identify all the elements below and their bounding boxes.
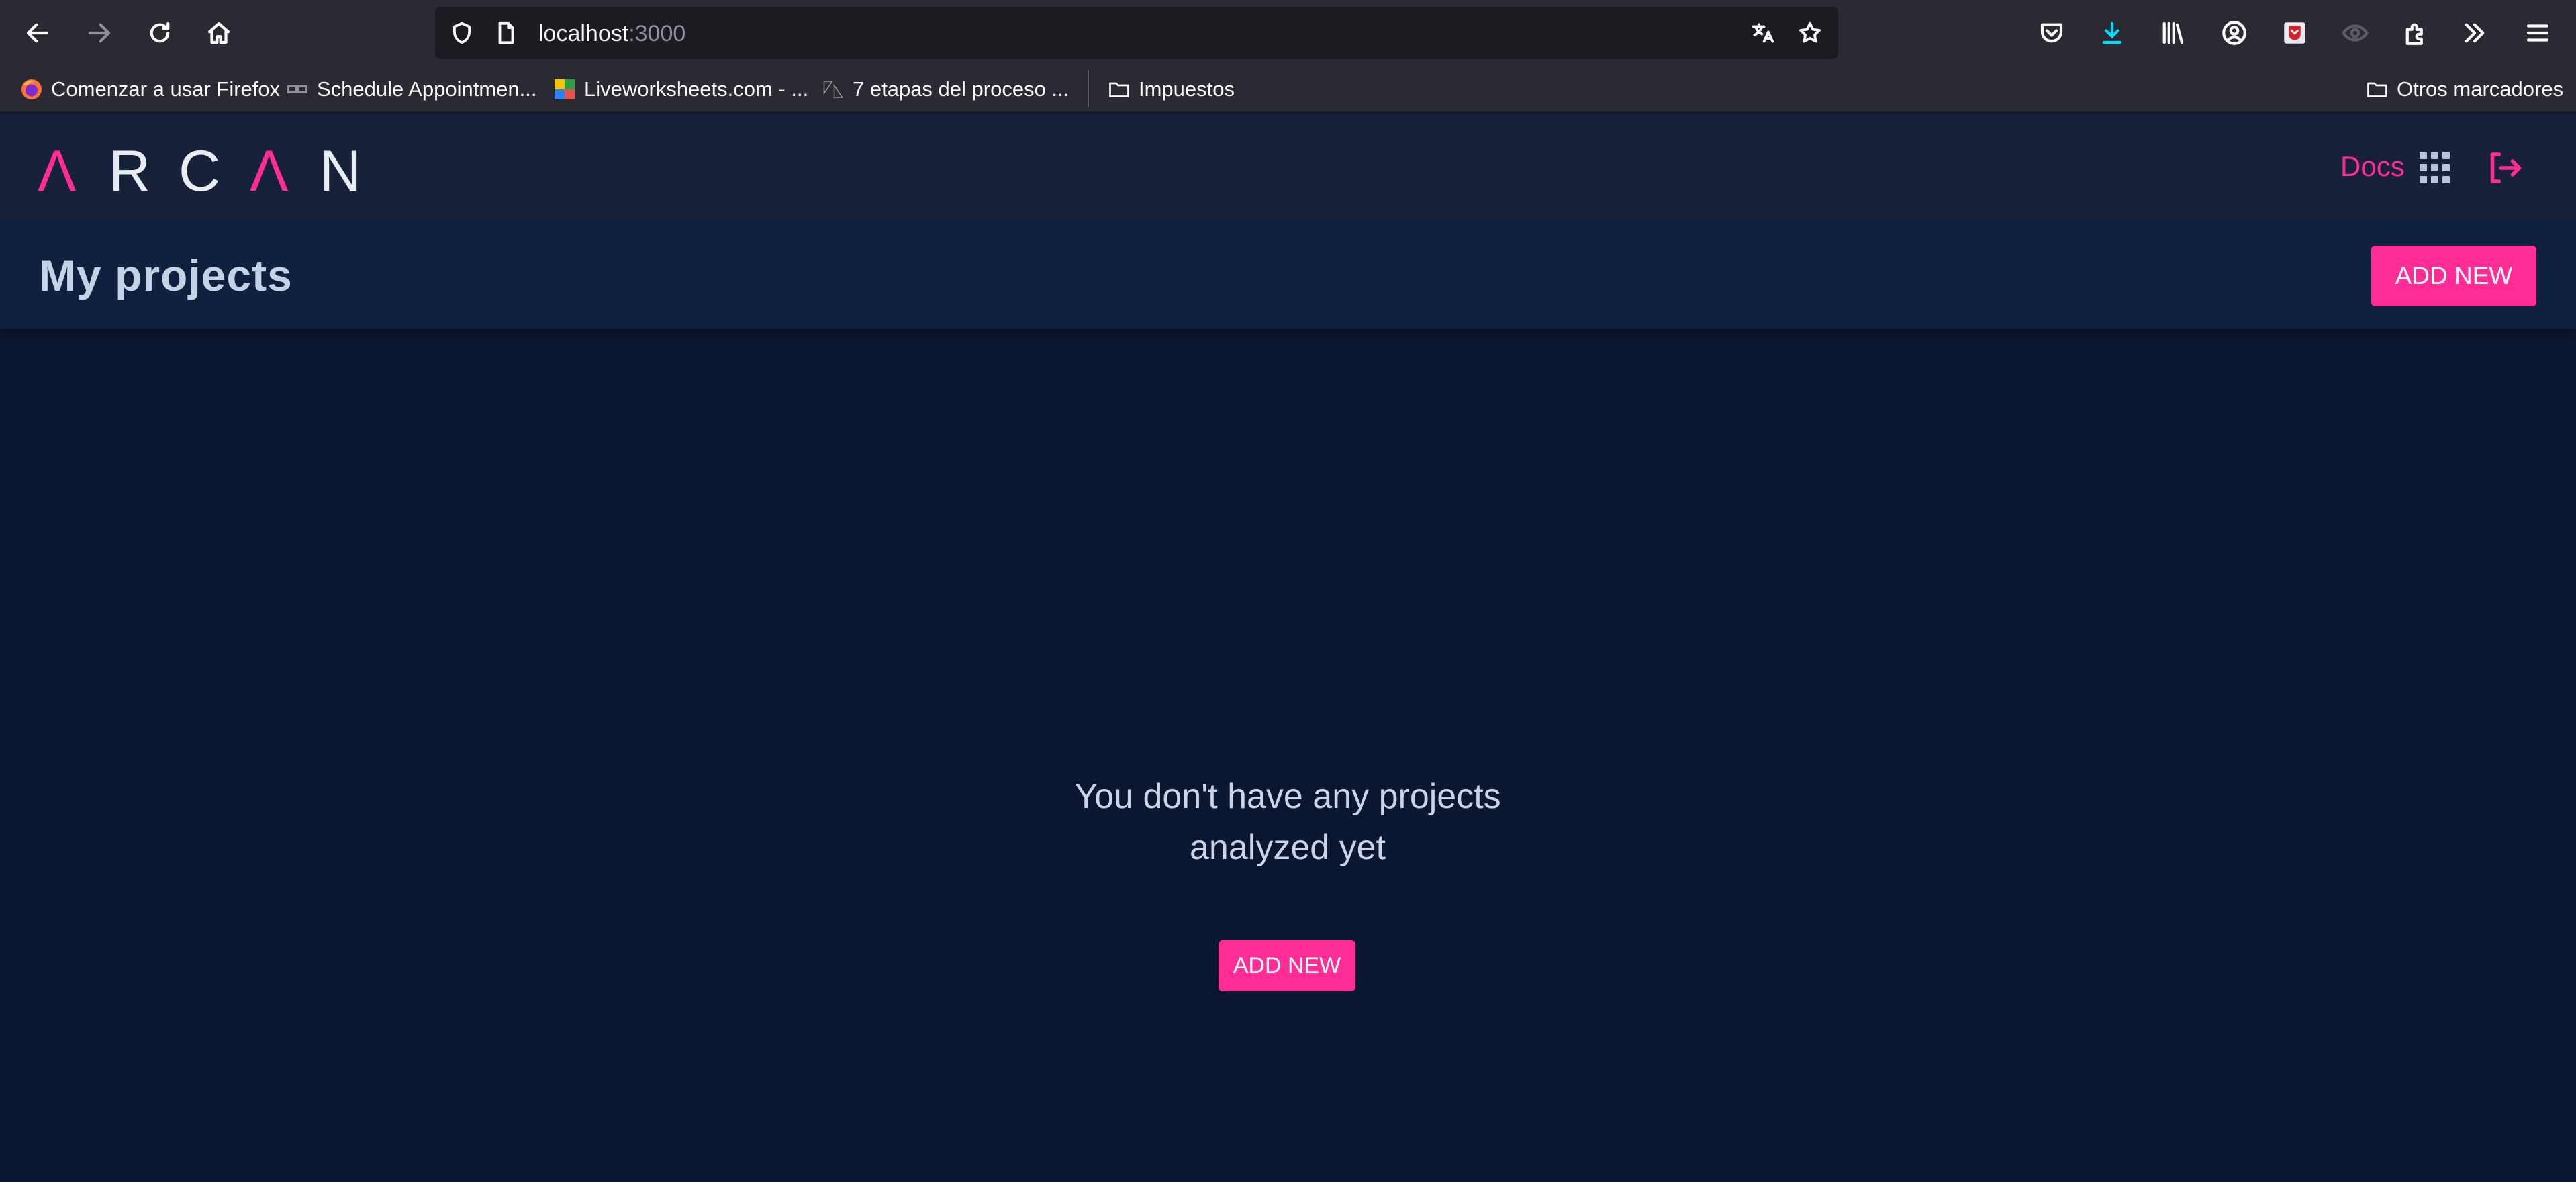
translate-icon[interactable] — [1748, 18, 1778, 48]
bookmark-label: Comenzar a usar Firefox — [51, 77, 281, 101]
bookmark-label: 7 etapas del proceso ... — [853, 77, 1069, 101]
page-title: My projects — [39, 251, 293, 300]
url-port: :3000 — [628, 21, 686, 46]
add-new-button[interactable]: ADD NEW — [2371, 246, 2536, 306]
reload-icon — [150, 21, 170, 43]
extension-red-icon — [2284, 22, 2305, 44]
empty-state-message: You don't have any projects analyzed yet — [952, 771, 1623, 873]
overflow-button[interactable] — [2453, 11, 2496, 54]
bookmark-item[interactable]: 7 etapas del proceso ... — [820, 75, 1069, 103]
page-icon — [491, 18, 521, 48]
docs-link[interactable]: Docs — [2340, 146, 2405, 187]
empty-state-line-1: You don't have any projects — [1074, 777, 1501, 816]
bookmark-folder[interactable]: Impuestos — [1106, 75, 1235, 103]
home-button[interactable] — [197, 11, 240, 54]
logo-letter-c: C — [179, 141, 220, 201]
other-bookmarks-folder[interactable]: Otros marcadores — [2365, 75, 2563, 103]
back-arrow-icon — [26, 23, 49, 43]
eye-icon — [2342, 24, 2369, 42]
library-icon — [2162, 21, 2184, 44]
library-button[interactable] — [2151, 11, 2194, 54]
link-icon — [285, 77, 310, 102]
bookmark-label: Impuestos — [1139, 77, 1235, 101]
hamburger-menu-icon — [2526, 24, 2549, 42]
bookmark-item[interactable]: Liveworksheets.com - ... — [552, 75, 808, 103]
reload-button[interactable] — [138, 11, 181, 54]
apps-grid-icon[interactable] — [2420, 152, 2452, 184]
folder-icon — [2365, 77, 2390, 102]
pocket-icon — [2040, 23, 2063, 43]
home-icon — [207, 21, 230, 44]
url-text[interactable]: localhost:3000 — [538, 20, 685, 47]
shield-icon[interactable] — [447, 18, 477, 48]
pocket-button[interactable] — [2030, 11, 2073, 54]
firefox-icon — [19, 77, 44, 102]
page-title-bar: My projects — [0, 222, 2576, 329]
logo-letter-r: R — [109, 141, 150, 201]
logo-letter-a1: Λ — [38, 141, 77, 201]
logo-letter-a2: Λ — [250, 141, 289, 201]
puzzle-icon — [2405, 23, 2423, 45]
logo-letter-n: N — [320, 141, 361, 201]
bookmark-item[interactable]: Comenzar a usar Firefox — [19, 75, 280, 103]
menu-button[interactable] — [2516, 11, 2559, 54]
back-button[interactable] — [16, 11, 59, 54]
arcan-logo[interactable]: Λ R C Λ N — [38, 141, 373, 201]
forward-arrow-icon — [88, 23, 111, 43]
url-host: localhost — [538, 21, 629, 46]
eye-extension-button[interactable] — [2334, 11, 2377, 54]
app-header: Λ R C Λ N — [0, 114, 2576, 222]
downloads-button[interactable] — [2091, 11, 2134, 54]
bookmark-item[interactable]: Schedule Appointmen... — [285, 75, 536, 103]
bookmark-separator — [1088, 70, 1089, 107]
extensions-button[interactable] — [2394, 11, 2437, 54]
url-bar[interactable]: localhost:3000 — [435, 7, 1838, 59]
empty-state-line-2: analyzed yet — [1190, 828, 1386, 867]
double-chevron-icon — [2465, 23, 2485, 43]
zendesk-icon — [820, 77, 846, 102]
extension-button[interactable] — [2273, 11, 2316, 54]
bookmark-label: Liveworksheets.com - ... — [584, 77, 809, 101]
account-button[interactable] — [2213, 11, 2256, 54]
liveworksheets-icon — [552, 77, 577, 102]
browser-toolbar: localhost:3000 — [0, 0, 2576, 66]
star-bookmark-icon[interactable] — [1795, 18, 1825, 48]
download-icon — [2102, 21, 2122, 44]
empty-state-add-new-button[interactable]: ADD NEW — [1219, 940, 1355, 991]
logout-icon[interactable] — [2484, 148, 2524, 188]
account-icon — [2222, 21, 2246, 45]
other-bookmarks-label: Otros marcadores — [2397, 77, 2564, 101]
folder-icon — [1106, 77, 1132, 102]
forward-button[interactable] — [78, 11, 121, 54]
bookmark-label: Schedule Appointmen... — [317, 77, 537, 101]
